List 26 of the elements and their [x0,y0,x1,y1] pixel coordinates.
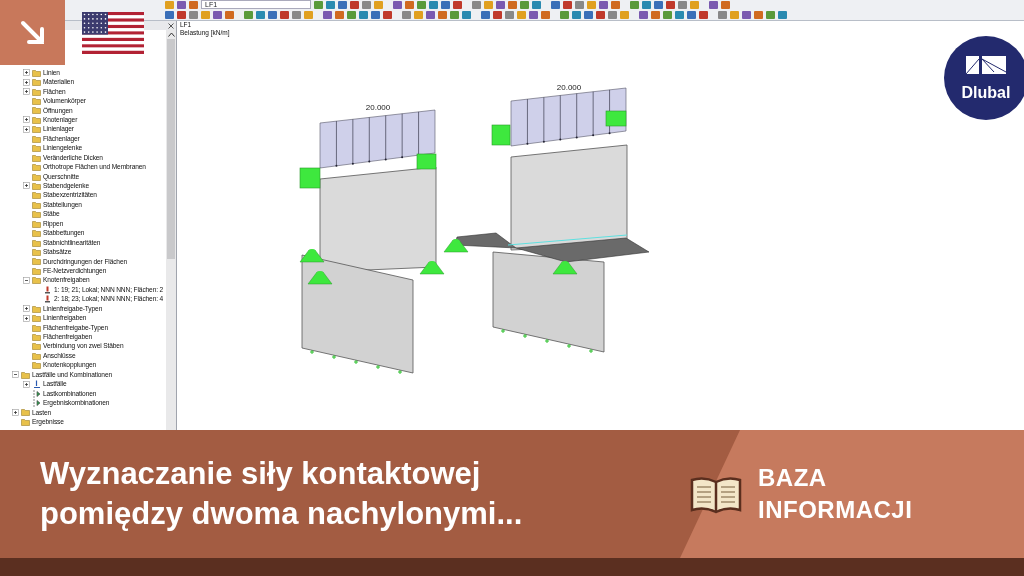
expand-toggle[interactable] [23,125,30,133]
flag-icon[interactable] [82,12,144,54]
load-value: 20.000 [556,83,582,92]
combination-icon [32,399,41,408]
article-title: Wyznaczanie siły kontaktowej pomiędzy dwoma nachylonymi... [40,455,524,533]
collapse-toggle[interactable] [23,276,30,284]
combination-icon [32,389,41,398]
release-icon [43,295,52,304]
expand-toggle[interactable] [23,88,30,96]
expand-toggle[interactable] [23,69,30,77]
expand-toggle[interactable] [23,78,30,86]
release-icon [43,285,52,294]
expand-toggle[interactable] [23,314,30,322]
scrollbar[interactable] [166,30,176,430]
scroll-up-icon[interactable] [167,32,175,37]
expand-toggle[interactable] [23,182,30,190]
load-case-icon [32,380,41,389]
collapse-toggle[interactable] [12,371,19,379]
close-icon[interactable] [168,22,174,29]
book-icon [690,474,742,514]
category-label: BAZA INFORMACJI [758,463,914,525]
expand-toggle[interactable] [23,116,30,124]
expand-toggle[interactable] [12,408,19,416]
load-value: 20.000 [365,103,391,112]
expand-toggle[interactable] [23,305,30,313]
expand-toggle[interactable] [23,380,30,388]
